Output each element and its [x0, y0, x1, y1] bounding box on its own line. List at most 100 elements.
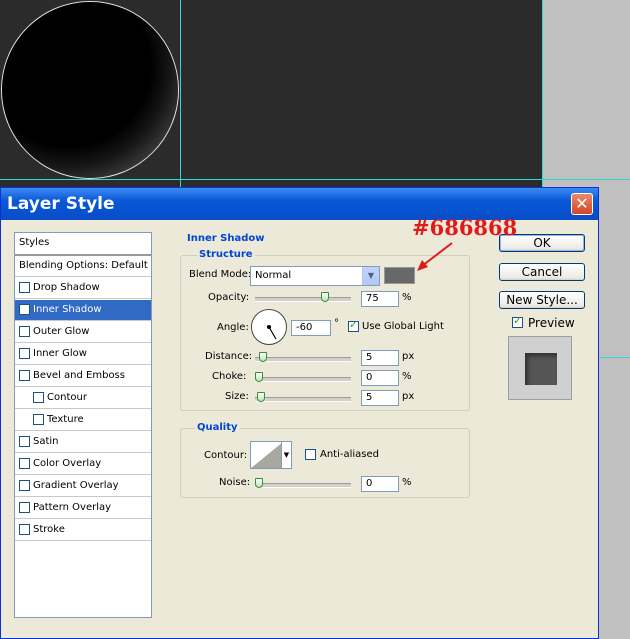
opacity-slider-thumb[interactable] — [321, 292, 329, 302]
preview-checkbox[interactable]: ✓ — [512, 314, 523, 328]
noise-unit: % — [402, 477, 412, 488]
check-icon: ✓ — [513, 314, 523, 327]
angle-label: Angle: — [217, 322, 249, 333]
style-item[interactable]: Gradient Overlay — [15, 476, 151, 497]
panel-title: Inner Shadow — [187, 233, 265, 244]
size-slider[interactable] — [255, 397, 351, 402]
style-item[interactable]: Bevel and Emboss — [15, 366, 151, 387]
use-global-light-label: Use Global Light — [362, 321, 444, 332]
styles-list: Styles Blending Options: Default Drop Sha… — [14, 232, 152, 618]
check-icon: ✓ — [349, 318, 359, 331]
noise-slider[interactable] — [255, 483, 351, 488]
style-preview — [508, 336, 572, 400]
style-item[interactable]: Color Overlay — [15, 454, 151, 475]
noise-input[interactable]: 0 — [361, 476, 399, 492]
vertical-guide — [542, 0, 543, 190]
style-item[interactable]: Inner Glow — [15, 344, 151, 365]
style-item-checkbox[interactable] — [19, 524, 30, 535]
angle-input[interactable]: -60 — [291, 320, 331, 336]
size-slider-thumb[interactable] — [256, 392, 265, 402]
preview-swatch — [525, 353, 557, 385]
style-item-label: Texture — [47, 414, 84, 425]
style-item-label: Color Overlay — [33, 458, 102, 469]
angle-needle-icon — [267, 325, 277, 340]
style-item[interactable]: Texture — [15, 410, 151, 431]
choke-slider[interactable] — [255, 377, 351, 382]
opacity-slider[interactable] — [255, 297, 351, 302]
choke-slider-thumb[interactable] — [255, 372, 263, 382]
style-item-label: Outer Glow — [33, 326, 90, 337]
style-item-checkbox[interactable] — [19, 326, 30, 337]
noise-label: Noise: — [219, 477, 251, 488]
style-item[interactable]: Blending Options: Default — [15, 256, 151, 277]
preview-label: Preview — [528, 316, 575, 330]
noise-slider-thumb[interactable] — [255, 478, 263, 488]
style-item-label: Gradient Overlay — [33, 480, 119, 491]
color-annotation-label: #686868 — [412, 215, 518, 240]
style-item-label: Drop Shadow — [33, 282, 100, 293]
use-global-light-checkbox[interactable]: ✓ — [348, 318, 359, 332]
size-label: Size: — [225, 391, 249, 402]
contour-picker[interactable]: ▼ — [250, 441, 292, 469]
choke-unit: % — [402, 371, 412, 382]
style-item[interactable]: Satin — [15, 432, 151, 453]
distance-slider[interactable] — [255, 357, 351, 362]
distance-input[interactable]: 5 — [361, 350, 399, 366]
styles-list-header[interactable]: Styles — [15, 233, 151, 256]
blend-mode-value: Normal — [255, 270, 292, 281]
style-item[interactable]: Outer Glow — [15, 322, 151, 343]
structure-title: Structure — [197, 249, 255, 260]
style-item[interactable]: Contour — [15, 388, 151, 409]
angle-unit: ° — [334, 318, 339, 329]
style-item[interactable]: Pattern Overlay — [15, 498, 151, 519]
style-item[interactable]: ✓ Inner Shadow — [15, 300, 151, 321]
cancel-button[interactable]: Cancel — [499, 263, 585, 281]
style-item-checkbox[interactable] — [19, 348, 30, 359]
style-item-label: Inner Glow — [33, 348, 87, 359]
style-item-label: Stroke — [33, 524, 65, 535]
angle-dial[interactable] — [251, 309, 287, 345]
quality-title: Quality — [195, 422, 240, 433]
style-item-label: Pattern Overlay — [33, 502, 112, 513]
style-item-label: Blending Options: Default — [19, 260, 148, 271]
style-item[interactable]: Stroke — [15, 520, 151, 541]
style-item-checkbox[interactable]: ✓ — [19, 304, 30, 317]
chevron-down-icon: ▼ — [362, 267, 379, 285]
horizontal-guide — [0, 179, 630, 180]
style-item-checkbox[interactable] — [19, 458, 30, 469]
opacity-unit: % — [402, 292, 412, 303]
contour-label: Contour: — [204, 450, 248, 461]
size-input[interactable]: 5 — [361, 390, 399, 406]
shadow-color-swatch[interactable] — [384, 267, 415, 284]
style-item[interactable]: Drop Shadow — [15, 278, 151, 299]
anti-aliased-checkbox[interactable] — [305, 449, 316, 460]
contour-dropdown-arrow-icon[interactable]: ▼ — [281, 442, 291, 468]
style-item-checkbox[interactable] — [33, 414, 44, 425]
style-item-checkbox[interactable] — [19, 282, 30, 293]
style-item-checkbox[interactable] — [33, 392, 44, 403]
style-item-checkbox[interactable] — [19, 436, 30, 447]
distance-label: Distance: — [205, 351, 253, 362]
size-unit: px — [402, 391, 415, 402]
choke-input[interactable]: 0 — [361, 370, 399, 386]
style-item-checkbox[interactable] — [19, 480, 30, 491]
check-icon: ✓ — [20, 304, 30, 317]
distance-slider-thumb[interactable] — [258, 352, 267, 362]
close-button[interactable]: ✕ — [571, 193, 593, 215]
style-item-checkbox[interactable] — [19, 502, 30, 513]
style-item-label: Bevel and Emboss — [33, 370, 125, 381]
dialog-title: Layer Style — [7, 194, 115, 214]
anti-aliased-label: Anti-aliased — [320, 449, 380, 460]
distance-unit: px — [402, 351, 415, 362]
style-item-label: Contour — [47, 392, 87, 403]
black-sphere-shape — [2, 2, 178, 178]
style-item-checkbox[interactable] — [19, 370, 30, 381]
contour-curve-icon — [251, 442, 283, 468]
opacity-input[interactable]: 75 — [361, 291, 399, 307]
blend-mode-dropdown[interactable]: Normal ▼ — [250, 266, 380, 286]
layer-style-dialog: Layer Style ✕ Styles Blending Options: D… — [0, 187, 599, 639]
styles-header-label: Styles — [19, 237, 50, 248]
new-style-button[interactable]: New Style... — [499, 291, 585, 309]
choke-label: Choke: — [212, 371, 247, 382]
horizontal-guide — [600, 357, 630, 358]
